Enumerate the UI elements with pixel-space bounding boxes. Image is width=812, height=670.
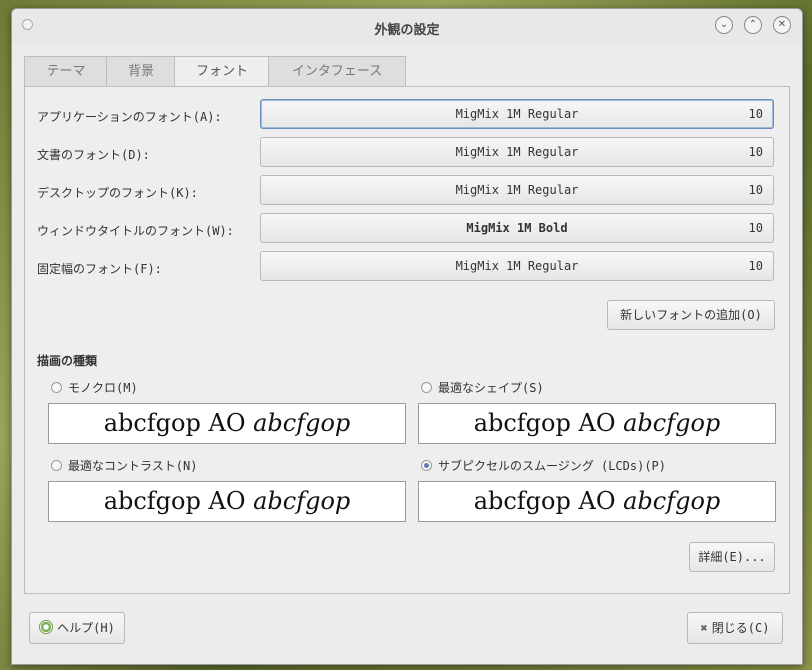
help-button[interactable]: ヘルプ(H) — [29, 612, 125, 644]
desktop-font-label: デスクトップのフォント(K): — [37, 186, 198, 200]
help-button-label: ヘルプ(H) — [57, 621, 115, 635]
monospace-font-name: MigMix 1M Regular — [455, 259, 579, 273]
document-font-name: MigMix 1M Regular — [455, 145, 579, 159]
preview-best-contrast: abcfgop AO abcfgop — [48, 481, 406, 522]
window-title-font-label: ウィンドウタイトルのフォント(W): — [37, 224, 234, 238]
fonts-panel: アプリケーションのフォント(A): MigMix 1M Regular 10 文… — [24, 86, 790, 594]
radio-best-contrast-label: 最適なコントラスト(N) — [68, 459, 198, 473]
application-font-label: アプリケーションのフォント(A): — [37, 110, 222, 124]
application-font-button[interactable]: MigMix 1M Regular 10 — [260, 99, 774, 129]
radio-indicator — [51, 460, 62, 471]
monospace-font-button[interactable]: MigMix 1M Regular 10 — [260, 251, 774, 281]
document-font-button[interactable]: MigMix 1M Regular 10 — [260, 137, 774, 167]
tab-interface[interactable]: インタフェース — [268, 56, 406, 86]
radio-best-shape-label: 最適なシェイプ(S) — [438, 381, 544, 395]
window-title: 外観の設定 — [374, 23, 440, 38]
desktop-font-name: MigMix 1M Regular — [455, 183, 579, 197]
preview-sample-italic: abcfgop — [623, 409, 721, 437]
desktop-font-size: 10 — [748, 183, 763, 197]
appearance-settings-window: 外観の設定 ⌄ ⌃ ✕ テーマ 背景 フォント インタフェース アプリケーション… — [11, 8, 803, 665]
application-font-name: MigMix 1M Regular — [455, 107, 579, 121]
rendering-section-title: 描画の種類 — [37, 354, 98, 368]
radio-best-contrast[interactable]: 最適なコントラスト(N) — [51, 457, 197, 474]
tab-theme[interactable]: テーマ — [24, 56, 108, 86]
radio-indicator — [51, 382, 62, 393]
preview-sample-normal: abcfgop AO — [103, 409, 254, 437]
preview-sample-italic: abcfgop — [623, 487, 721, 515]
close-window-button[interactable]: ✕ — [773, 16, 791, 34]
preview-sample-normal: abcfgop AO — [473, 409, 624, 437]
add-font-button[interactable]: 新しいフォントの追加(O) — [607, 300, 775, 330]
preview-sample-italic: abcfgop — [253, 409, 351, 437]
preview-monochrome: abcfgop AO abcfgop — [48, 403, 406, 444]
window-title-font-name: MigMix 1M Bold — [466, 221, 568, 235]
preview-sample-normal: abcfgop AO — [103, 487, 254, 515]
close-button-label: 閉じる(C) — [711, 621, 770, 635]
preview-subpixel-smoothing: abcfgop AO abcfgop — [418, 481, 776, 522]
document-font-label: 文書のフォント(D): — [37, 148, 150, 162]
radio-subpixel-smoothing-label: サブピクセルのスムージング (LCDs)(P) — [438, 459, 667, 473]
radio-monochrome-label: モノクロ(M) — [68, 381, 138, 395]
radio-best-shape[interactable]: 最適なシェイプ(S) — [421, 379, 544, 396]
tab-fonts[interactable]: フォント — [174, 56, 270, 87]
document-font-size: 10 — [748, 145, 763, 159]
tab-background[interactable]: 背景 — [106, 56, 176, 86]
preview-sample-italic: abcfgop — [253, 487, 351, 515]
window-title-font-size: 10 — [748, 221, 763, 235]
radio-subpixel-smoothing[interactable]: サブピクセルのスムージング (LCDs)(P) — [421, 457, 666, 474]
monospace-font-label: 固定幅のフォント(F): — [37, 262, 162, 276]
radio-indicator-selected — [421, 460, 432, 471]
preview-sample-normal: abcfgop AO — [473, 487, 624, 515]
maximize-button[interactable]: ⌃ — [744, 16, 762, 34]
radio-indicator — [421, 382, 432, 393]
application-font-size: 10 — [748, 107, 763, 121]
help-icon — [39, 620, 54, 634]
desktop-font-button[interactable]: MigMix 1M Regular 10 — [260, 175, 774, 205]
close-button[interactable]: ✖ 閉じる(C) — [687, 612, 783, 644]
details-button[interactable]: 詳細(E)... — [689, 542, 775, 572]
close-icon: ✖ — [700, 621, 708, 635]
title-bar[interactable]: 外観の設定 ⌄ ⌃ ✕ — [12, 9, 802, 45]
preview-best-shape: abcfgop AO abcfgop — [418, 403, 776, 444]
window-title-font-button[interactable]: MigMix 1M Bold 10 — [260, 213, 774, 243]
monospace-font-size: 10 — [748, 259, 763, 273]
radio-monochrome[interactable]: モノクロ(M) — [51, 379, 138, 396]
minimize-button[interactable]: ⌄ — [715, 16, 733, 34]
